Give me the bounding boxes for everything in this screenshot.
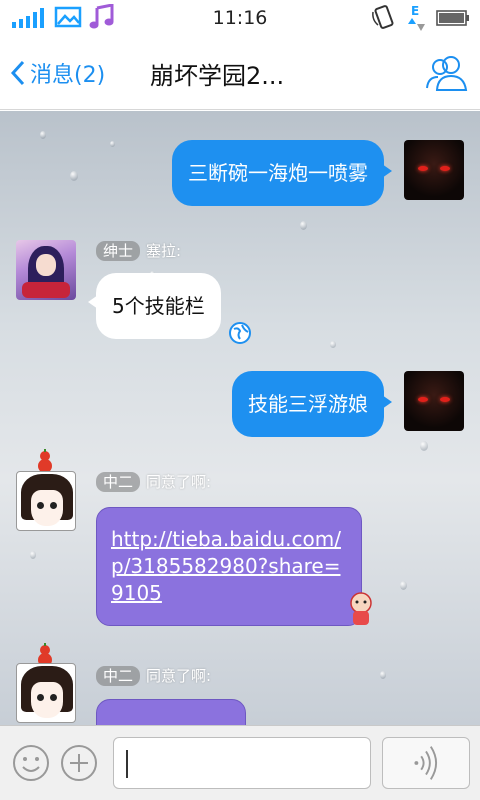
raindrop [300,221,307,230]
sender-name: 同意了啊: [146,667,212,685]
raindrop [420,441,428,451]
chat-title: 崩坏学园2... [150,62,285,90]
back-button[interactable]: 消息(2) [10,56,105,90]
link-message-bubble[interactable] [96,699,246,725]
member-title-badge: 中二 [96,665,141,686]
sender-name-row: 中二 同意了啊: [96,471,211,492]
sender-name: 塞拉: [146,242,182,260]
raindrop [110,141,115,147]
status-bar: 11:16 E [0,0,480,36]
raindrop [380,671,386,679]
voice-icon[interactable] [382,737,470,789]
sender-avatar[interactable] [16,471,76,531]
raindrop [70,171,78,181]
emoji-icon[interactable] [12,744,50,782]
network-activity-icon: E [408,4,425,31]
chat-header: 消息(2) 崩坏学园2... [0,36,480,110]
member-title-badge: 中二 [96,471,141,492]
outgoing-message-bubble[interactable]: 三断碗一海炮一喷雾 [172,140,392,206]
raindrop [400,581,407,590]
group-members-icon[interactable] [424,54,470,92]
sender-avatar[interactable] [16,240,76,300]
globe-icon [229,322,251,344]
link-message-bubble: http://tieba.baidu.com/p/3185582980?shar… [96,507,362,626]
text-cursor [126,750,128,778]
input-bar [0,725,480,800]
chat-area[interactable]: 三断碗一海炮一喷雾 绅士 塞拉: 5个技能栏 技能三浮游娘 中二 同意了啊: h… [0,111,480,725]
battery-icon [436,10,469,26]
outgoing-message-bubble[interactable]: 技能三浮游娘 [232,371,392,437]
self-avatar[interactable] [404,371,464,431]
sender-avatar[interactable] [16,663,76,723]
raindrop [30,551,36,559]
plus-icon[interactable] [60,744,98,782]
sender-name: 同意了啊: [146,473,212,491]
message-input[interactable] [113,737,371,789]
sender-name-row: 中二 同意了啊: [96,665,211,686]
network-type-label: E [411,4,419,18]
member-title-badge: 绅士 [96,240,141,261]
self-avatar[interactable] [404,140,464,200]
raindrop [330,341,336,348]
incoming-message-bubble[interactable]: 5个技能栏 [88,273,221,339]
message-link[interactable]: http://tieba.baidu.com/p/3185582980?shar… [111,527,341,605]
raindrop [40,131,46,139]
screen-rotate-icon [372,5,394,29]
gourd-decoration-icon [38,449,52,473]
bubble-mascot-icon [350,592,372,625]
back-label: 消息(2) [30,63,106,88]
chevron-left-icon [10,60,25,86]
sender-name-row: 绅士 塞拉: [96,240,181,261]
